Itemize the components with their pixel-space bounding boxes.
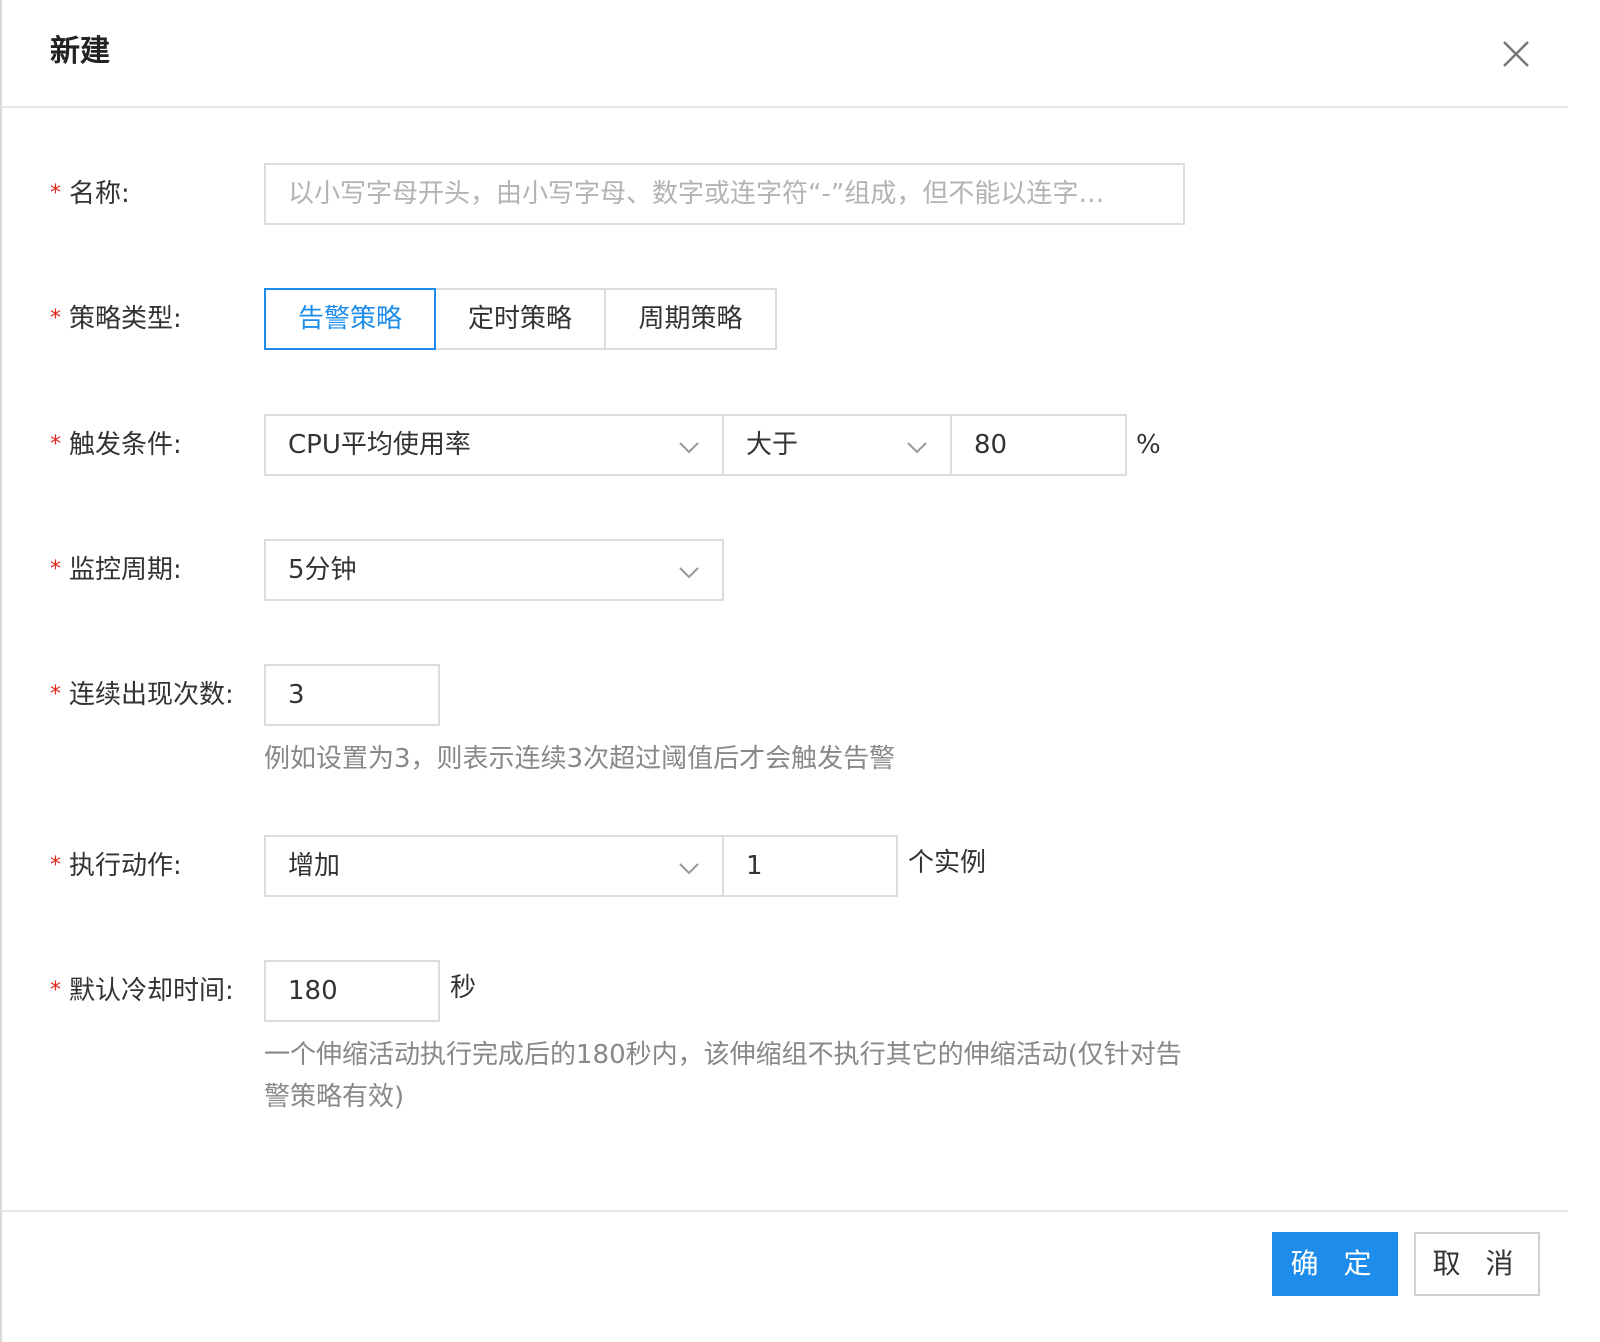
close-icon[interactable]: [1498, 36, 1534, 72]
consecutive-label: * 连续出现次数:: [50, 680, 234, 710]
trigger-comparator-value: 大于: [746, 430, 799, 460]
chevron-down-icon: [679, 863, 699, 875]
monitor-period-select[interactable]: 5分钟: [264, 539, 724, 601]
name-input[interactable]: 以小写字母开头，由小写字母、数字或连字符“-”组成，但不能以连字…: [264, 163, 1185, 225]
policy-type-alarm[interactable]: 告警策略: [264, 288, 436, 350]
monitor-period-value: 5分钟: [288, 555, 357, 585]
cooldown-label: * 默认冷却时间:: [50, 976, 234, 1006]
action-type-value: 增加: [288, 851, 341, 881]
monitor-period-label: * 监控周期:: [50, 555, 182, 585]
dialog-title: 新建: [50, 34, 110, 69]
action-count-input[interactable]: 1: [722, 835, 898, 897]
footer-divider: [2, 1210, 1568, 1212]
action-type-select[interactable]: 增加: [264, 835, 724, 897]
cooldown-hint: 一个伸缩活动执行完成后的180秒内，该伸缩组不执行其它的伸缩活动(仅针对告警策略…: [264, 1040, 1182, 1112]
chevron-down-icon: [907, 442, 927, 454]
trigger-label: * 触发条件:: [50, 430, 182, 460]
policy-type-periodic[interactable]: 周期策略: [604, 288, 777, 350]
trigger-threshold-input[interactable]: 80: [950, 414, 1127, 476]
chevron-down-icon: [679, 567, 699, 579]
action-unit: 个实例: [908, 848, 987, 878]
confirm-button[interactable]: 确 定: [1272, 1232, 1398, 1296]
policy-type-scheduled[interactable]: 定时策略: [434, 288, 606, 350]
cancel-button[interactable]: 取 消: [1414, 1232, 1540, 1296]
trigger-metric-select[interactable]: CPU平均使用率: [264, 414, 724, 476]
trigger-comparator-select[interactable]: 大于: [722, 414, 952, 476]
name-label: * 名称:: [50, 179, 130, 209]
chevron-down-icon: [679, 442, 699, 454]
trigger-unit: %: [1136, 430, 1161, 460]
cooldown-input[interactable]: 180: [264, 960, 440, 1022]
dialog-header: 新建: [2, 0, 1568, 108]
cooldown-unit: 秒: [450, 973, 477, 1003]
consecutive-input[interactable]: 3: [264, 664, 440, 726]
policy-type-label: * 策略类型:: [50, 304, 182, 334]
action-label: * 执行动作:: [50, 851, 182, 881]
new-policy-dialog: 新建 * 名称: 以小写字母开头，由小写字母、数字或连字符“-”组成，但不能以连字…: [0, 0, 1568, 1342]
consecutive-hint: 例如设置为3，则表示连续3次超过阈值后才会触发告警: [264, 744, 896, 774]
trigger-metric-value: CPU平均使用率: [288, 430, 471, 460]
